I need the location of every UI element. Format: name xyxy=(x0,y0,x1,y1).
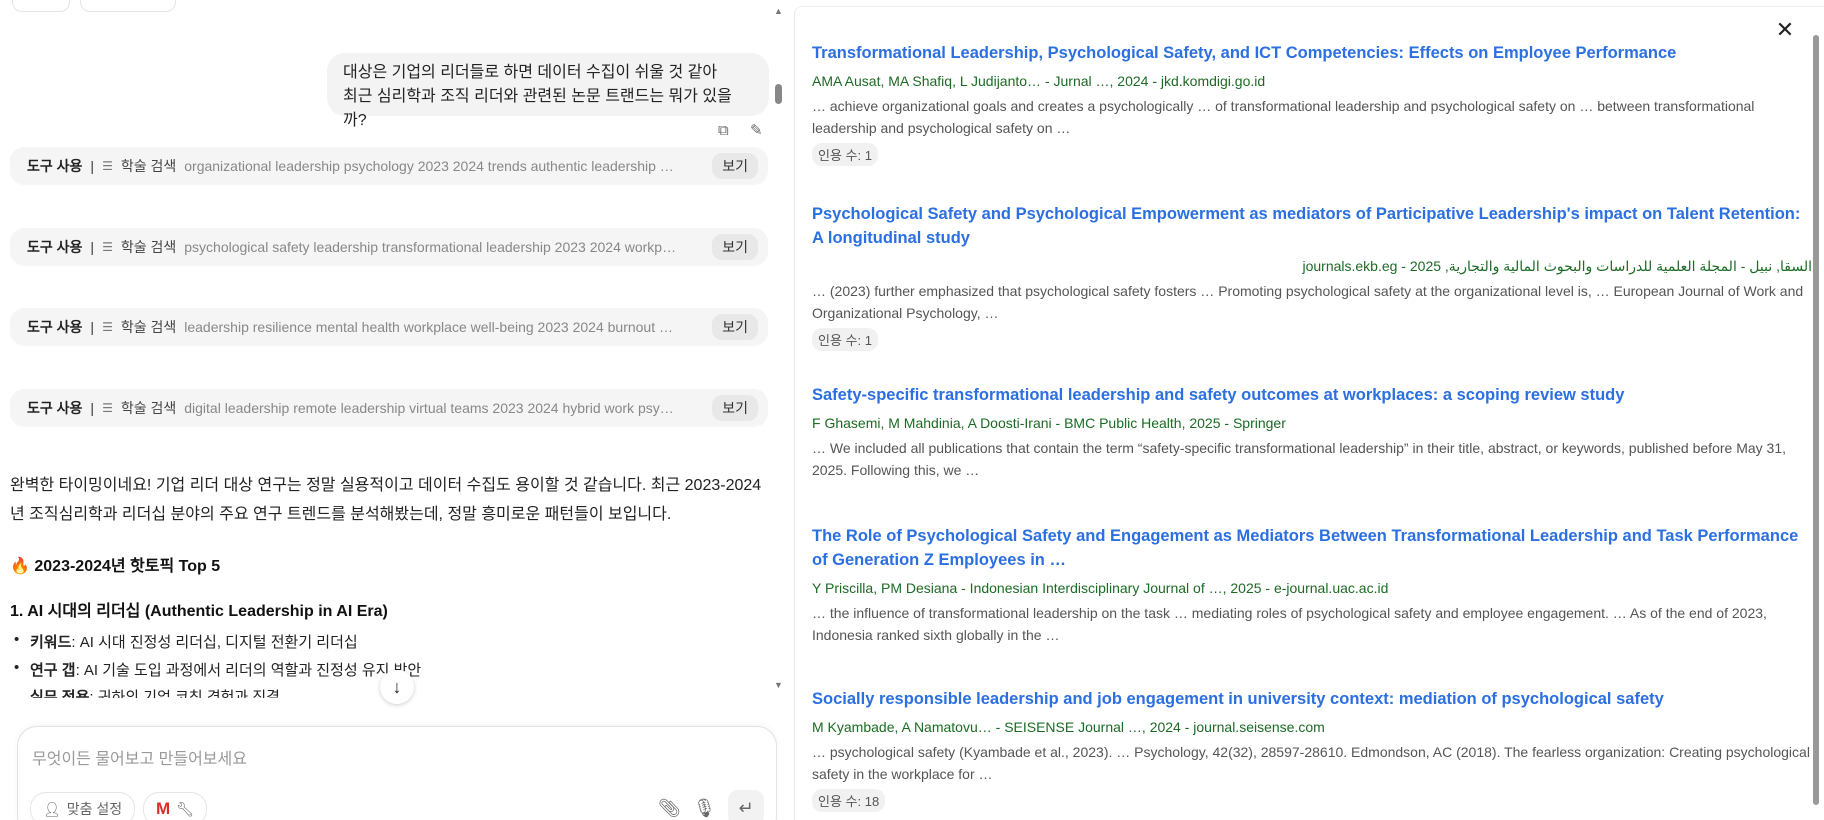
view-button[interactable]: 보기 xyxy=(712,394,758,421)
tool-label: 도구 사용 xyxy=(27,238,83,255)
chat-panel: 대상은 기업의 리더들로 하면 데이터 수집이 쉬울 것 같아 최근 심리학과 … xyxy=(0,0,792,820)
tools-button[interactable]: M 🔧︎ xyxy=(143,792,207,820)
result-meta: السقا, نبيل - المجلة العلمية للدراسات وا… xyxy=(1302,258,1812,274)
tool-call-row: 도구 사용 | ☰ 학술 검색 organizational leadership… xyxy=(10,147,768,184)
citation-badge: 인용 수: 1 xyxy=(812,143,878,166)
chat-input-placeholder[interactable]: 무엇이든 물어보고 만들어보세요 xyxy=(32,745,247,769)
tool-call-row: 도구 사용 | ☰ 학술 검색 leadership resilience men… xyxy=(10,308,768,345)
view-button[interactable]: 보기 xyxy=(712,233,758,260)
tool-call-row: 도구 사용 | ☰ 학술 검색 psychological safety lead… xyxy=(10,228,768,265)
result-snippet: … psychological safety (Kyambade et al.,… xyxy=(812,744,1810,782)
result-item: Transformational Leadership, Psychologic… xyxy=(812,41,1812,166)
view-button[interactable]: 보기 xyxy=(712,313,758,340)
result-item: Safety-specific transformational leaders… xyxy=(812,383,1812,481)
result-item: Socially responsible leadership and job … xyxy=(812,687,1812,812)
result-meta: Y Priscilla, PM Desiana - Indonesian Int… xyxy=(812,580,1389,596)
result-title-link[interactable]: The Role of Psychological Safety and Eng… xyxy=(812,524,1812,572)
document-icon: ☰ xyxy=(102,158,113,173)
top-button[interactable] xyxy=(12,0,70,12)
tool-kind: 학술 검색 xyxy=(120,157,177,174)
user-message-line: 최근 심리학과 조직 리더와 관련된 논문 트랜드는 뭐가 있을까? xyxy=(343,88,732,129)
tool-query: digital leadership remote leadership vir… xyxy=(184,399,674,416)
document-icon: ☰ xyxy=(102,400,113,415)
personalize-button[interactable]: 👤︎ 맞춤 설정 xyxy=(30,792,136,820)
attach-icon[interactable]: 📎︎ xyxy=(658,798,681,819)
result-snippet: … the influence of transformational lead… xyxy=(812,605,1767,643)
bullet-item: 실무 적용: 귀하의 기업 코칭 경험과 직결 xyxy=(30,686,280,698)
user-message: 대상은 기업의 리더들로 하면 데이터 수집이 쉬울 것 같아 최근 심리학과 … xyxy=(327,53,769,129)
tool-call-row: 도구 사용 | ☰ 학술 검색 digital leadership remote… xyxy=(10,389,768,426)
results-scrollbar[interactable] xyxy=(1813,35,1819,805)
top-button[interactable] xyxy=(80,0,176,12)
bullet-item: 키워드: AI 시대 진정성 리더십, 디지털 전환기 리더십 xyxy=(14,631,358,652)
tool-label: 도구 사용 xyxy=(27,399,83,416)
microphone-icon[interactable]: 🎙︎ xyxy=(693,798,716,819)
result-title-link[interactable]: Safety-specific transformational leaders… xyxy=(812,383,1812,407)
chat-scrollbar[interactable]: ▲ ▼ xyxy=(774,0,784,700)
gmail-icon: M xyxy=(156,799,171,818)
personalize-label: 맞춤 설정 xyxy=(66,801,123,817)
result-title-link[interactable]: Socially responsible leadership and job … xyxy=(812,687,1812,711)
wrench-icon: 🔧︎ xyxy=(176,800,194,817)
result-snippet: … (2023) further emphasized that psychol… xyxy=(812,283,1804,321)
result-title-link[interactable]: Psychological Safety and Psychological E… xyxy=(812,202,1812,250)
tool-query: psychological safety leadership transfor… xyxy=(184,238,677,255)
citation-badge: 인용 수: 18 xyxy=(812,789,886,812)
result-meta: M Kyambade, A Namatovu… - SEISENSE Journ… xyxy=(812,719,1325,735)
result-title-link[interactable]: Transformational Leadership, Psychologic… xyxy=(812,41,1812,65)
tool-query: organizational leadership psychology 202… xyxy=(184,157,674,174)
document-icon: ☰ xyxy=(102,319,113,334)
section-heading: 🔥 2023-2024년 핫토픽 Top 5 xyxy=(10,558,221,575)
subsection-heading: 1. AI 시대의 리더십 (Authentic Leadership in A… xyxy=(10,603,388,620)
send-button[interactable]: ↵ xyxy=(728,790,764,820)
result-item: Psychological Safety and Psychological E… xyxy=(812,202,1812,351)
tool-label: 도구 사용 xyxy=(27,157,83,174)
tool-kind: 학술 검색 xyxy=(120,399,177,416)
search-results-panel: ✕ Transformational Leadership, Psycholog… xyxy=(794,6,1824,820)
citation-badge: 인용 수: 1 xyxy=(812,328,878,351)
copy-icon[interactable]: ⧉ xyxy=(718,122,729,139)
result-snippet: … achieve organizational goals and creat… xyxy=(812,98,1755,136)
bullet-item: 연구 갭: AI 기술 도입 과정에서 리더의 역할과 진정성 유지 방안 xyxy=(14,659,421,680)
tool-query: leadership resilience mental health work… xyxy=(184,318,673,335)
view-button[interactable]: 보기 xyxy=(712,152,758,179)
user-message-line: 대상은 기업의 리더들로 하면 데이터 수집이 쉬울 것 같아 xyxy=(343,64,718,81)
result-meta: AMA Ausat, MA Shafiq, L Judijanto… - Jur… xyxy=(812,73,1266,89)
document-icon: ☰ xyxy=(102,239,113,254)
person-icon: 👤︎ xyxy=(43,800,61,817)
result-item: The Role of Psychological Safety and Eng… xyxy=(812,524,1812,646)
result-meta: F Ghasemi, M Mahdinia, A Doosti-Irani - … xyxy=(812,415,1286,431)
scroll-down-button[interactable]: ↓ xyxy=(380,670,414,704)
close-icon[interactable]: ✕ xyxy=(1773,17,1797,43)
tool-kind: 학술 검색 xyxy=(120,238,177,255)
result-snippet: … We included all publications that cont… xyxy=(812,440,1786,478)
assistant-paragraph: 완벽한 타이밍이네요! 기업 리더 대상 연구는 정말 실용적이고 데이터 수집… xyxy=(10,477,762,523)
edit-icon[interactable]: ✎ xyxy=(750,121,763,139)
tool-label: 도구 사용 xyxy=(27,318,83,335)
tool-kind: 학술 검색 xyxy=(120,318,177,335)
